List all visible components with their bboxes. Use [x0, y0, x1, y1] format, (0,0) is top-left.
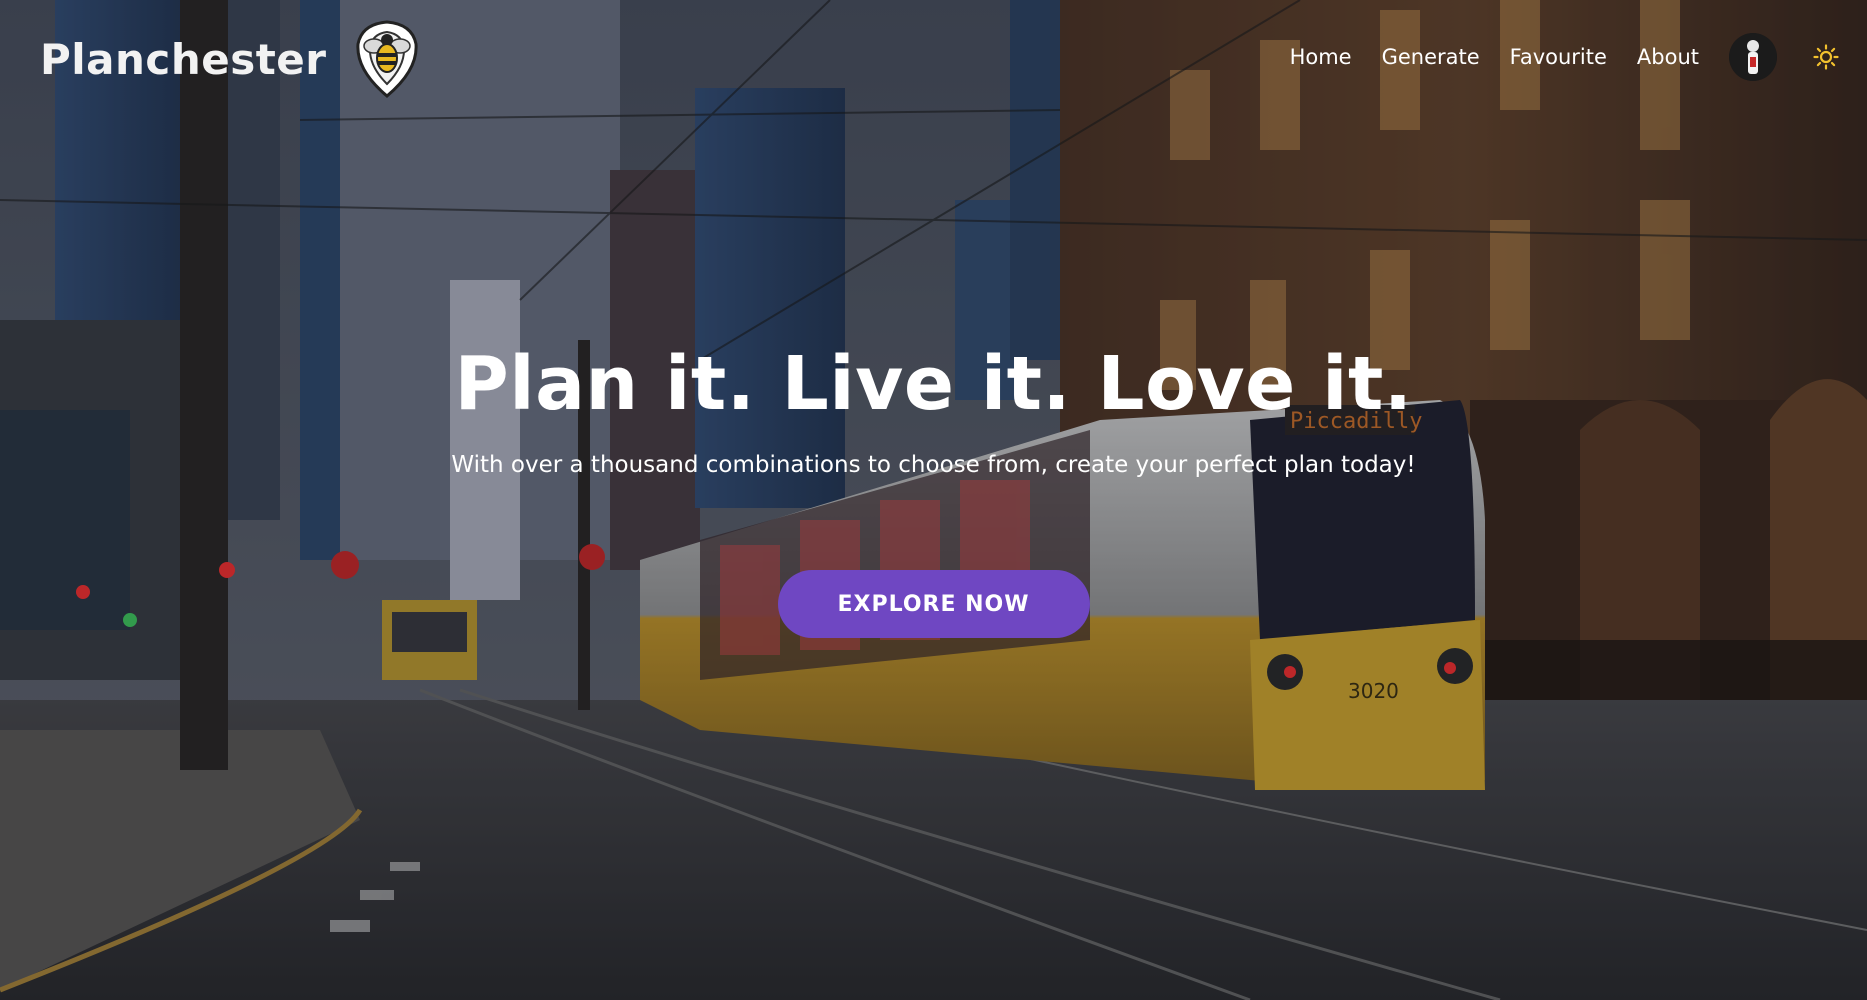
nav-favourite[interactable]: Favourite	[1510, 45, 1607, 69]
hero-title: Plan it. Live it. Love it.	[454, 341, 1413, 427]
hero-subtitle: With over a thousand combinations to cho…	[451, 452, 1416, 478]
nav-home[interactable]: Home	[1290, 45, 1352, 69]
hero-content: Plan it. Live it. Love it. With over a t…	[0, 336, 1867, 638]
brand[interactable]: Planchester	[40, 18, 422, 100]
nav-about[interactable]: About	[1637, 45, 1699, 69]
hero-section: Piccadilly 3020 Planchester Home Generat…	[0, 0, 1867, 1000]
bee-shield-icon[interactable]	[352, 18, 422, 100]
user-avatar-icon[interactable]	[1729, 33, 1777, 81]
explore-now-button[interactable]: EXPLORE NOW	[777, 570, 1090, 638]
nav-generate[interactable]: Generate	[1382, 45, 1480, 69]
main-nav: Home Generate Favourite About	[1290, 24, 1867, 90]
brand-name[interactable]: Planchester	[40, 35, 326, 84]
sun-icon[interactable]	[1813, 44, 1839, 70]
